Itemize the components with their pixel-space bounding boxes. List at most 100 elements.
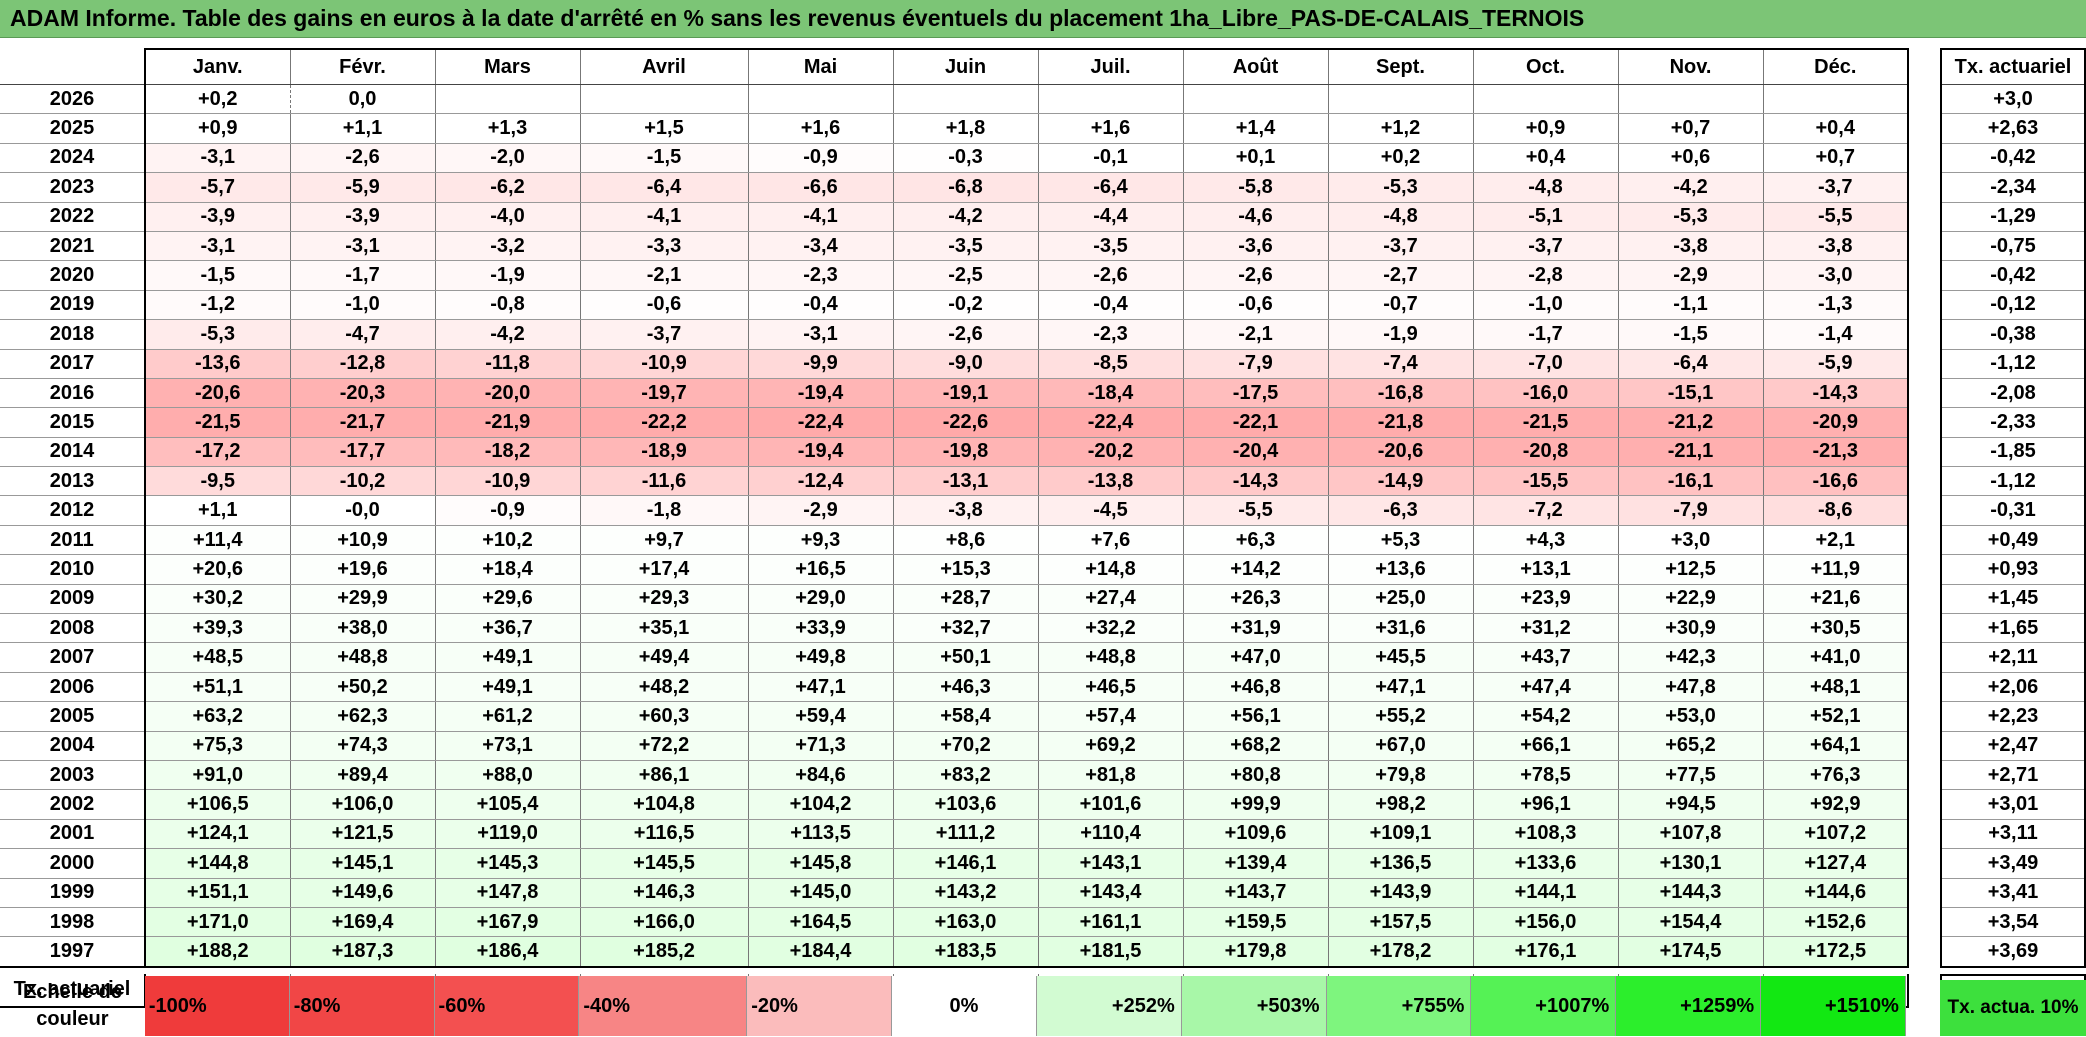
value-cell: -0,9 xyxy=(435,495,581,526)
value-cell: -4,8 xyxy=(1328,202,1474,232)
year-cell: 2006 xyxy=(0,672,146,703)
value-cell: +184,4 xyxy=(748,936,894,968)
value-cell: +64,1 xyxy=(1763,731,1909,761)
actuariel-cell: +1,65 xyxy=(1940,613,2086,644)
value-cell: +10,2 xyxy=(435,525,581,556)
spacer-cell xyxy=(748,967,893,974)
value-cell: -10,2 xyxy=(290,466,436,497)
actuariel-row: -2,33 xyxy=(1940,407,2086,438)
spacer-cell xyxy=(145,967,290,974)
value-cell: -3,0 xyxy=(1763,260,1909,291)
title-bar: ADAM Informe. Table des gains en euros à… xyxy=(0,0,2086,38)
value-cell: +32,2 xyxy=(1038,613,1184,644)
year-cell: 1998 xyxy=(0,907,146,938)
value-cell: +101,6 xyxy=(1038,789,1184,820)
value-cell: +66,1 xyxy=(1473,731,1619,761)
value-cell: +107,8 xyxy=(1618,819,1764,850)
value-cell: +157,5 xyxy=(1328,907,1474,938)
value-cell: +110,4 xyxy=(1038,819,1184,850)
value-cell: -1,0 xyxy=(1473,290,1619,321)
value-cell: -22,4 xyxy=(748,407,894,438)
value-cell: +6,3 xyxy=(1183,525,1329,556)
value-cell: -3,7 xyxy=(1473,231,1619,262)
month-header: Déc. xyxy=(1763,48,1909,85)
value-cell: +48,1 xyxy=(1763,672,1909,703)
spacer-cell xyxy=(290,967,435,974)
value-cell: -8,5 xyxy=(1038,349,1184,379)
value-cell: -1,8 xyxy=(580,495,749,526)
value-cell: +186,4 xyxy=(435,936,581,968)
gains-table: Janv. Févr. Mars Avril Mai Juin Juil. Août Sept.… xyxy=(0,48,1909,1008)
actuariel-cell: +3,69 xyxy=(1940,936,2086,968)
spacer-row xyxy=(1941,967,2085,975)
table-row: 1998 +171,0 +169,4 +167,9 +166,0 +164,5 +163,0… xyxy=(0,907,1909,938)
value-cell: +13,6 xyxy=(1328,554,1474,585)
value-cell: +144,3 xyxy=(1618,878,1764,908)
scale-label: Echelle de couleur xyxy=(22,981,122,1030)
scale-swatch: -100% xyxy=(144,976,290,1036)
value-cell: -0,1 xyxy=(1038,143,1184,174)
table-row: 2026 +0,2 0,0 xyxy=(0,84,1909,115)
value-cell: +136,5 xyxy=(1328,848,1474,879)
value-cell: -21,1 xyxy=(1618,437,1764,468)
value-cell: +9,7 xyxy=(580,525,749,556)
value-cell: -5,5 xyxy=(1763,202,1909,232)
value-cell: -21,5 xyxy=(145,407,291,438)
value-cell: -13,6 xyxy=(145,349,291,379)
value-cell: +143,7 xyxy=(1183,878,1329,908)
month-header: Sept. xyxy=(1328,48,1474,85)
spacer-cell xyxy=(1473,967,1618,974)
value-cell: -17,5 xyxy=(1183,378,1329,409)
value-cell: -4,2 xyxy=(435,319,581,350)
table-row: 2016 -20,6 -20,3 -20,0 -19,7 -19,4 -19,1 -18,4-… xyxy=(0,378,1909,409)
value-cell: +29,6 xyxy=(435,584,581,615)
value-cell: -11,8 xyxy=(435,349,581,379)
value-cell: +1,8 xyxy=(893,113,1039,144)
value-cell: +103,6 xyxy=(893,789,1039,820)
value-cell: +147,8 xyxy=(435,878,581,908)
month-header: Mars xyxy=(435,48,581,85)
actuariel-row: +3,01 xyxy=(1940,789,2086,820)
value-cell: +74,3 xyxy=(290,731,436,761)
value-cell: -3,9 xyxy=(290,202,436,232)
value-cell: -5,3 xyxy=(1328,172,1474,203)
value-cell: -4,2 xyxy=(893,202,1039,232)
table-row: 2017 -13,6 -12,8 -11,8 -10,9 -9,9 -9,0 -8,5 -7,9… xyxy=(0,349,1909,379)
value-cell: -7,4 xyxy=(1328,349,1474,379)
table-row: 2005 +63,2 +62,3 +61,2 +60,3 +59,4 +58,4 +57,4 +… xyxy=(0,701,1909,732)
value-cell xyxy=(1038,84,1184,115)
value-cell: -4,1 xyxy=(748,202,894,232)
value-cell: +1,4 xyxy=(1183,113,1329,144)
scale-swatch: +252% xyxy=(1036,976,1182,1036)
value-cell: -20,4 xyxy=(1183,437,1329,468)
value-cell: +183,5 xyxy=(893,936,1039,968)
table-row: 2001 +124,1 +121,5 +119,0 +116,5 +113,5 +111,2… xyxy=(0,819,1909,850)
value-cell: -12,8 xyxy=(290,349,436,379)
value-cell: +16,5 xyxy=(748,554,894,585)
value-cell: -14,3 xyxy=(1183,466,1329,497)
value-cell: -2,7 xyxy=(1328,260,1474,291)
value-cell: -15,1 xyxy=(1618,378,1764,409)
table-row: 2003 +91,0 +89,4 +88,0 +86,1 +84,6 +83,2 +81,8 +… xyxy=(0,760,1909,791)
actuariel-cell: +2,11 xyxy=(1940,642,2086,673)
value-cell: +179,8 xyxy=(1183,936,1329,968)
scale-swatch: 0% xyxy=(892,976,1037,1036)
value-cell: -3,1 xyxy=(748,319,894,350)
value-cell: +145,3 xyxy=(435,848,581,879)
actuariel-cell: -1,29 xyxy=(1940,202,2086,232)
value-cell: +18,4 xyxy=(435,554,581,585)
year-cell: 2011 xyxy=(0,525,146,556)
table-row: 2013 -9,5 -10,2 -10,9 -11,6 -12,4 -13,1 -13,8 -1… xyxy=(0,466,1909,497)
value-cell: +22,9 xyxy=(1618,584,1764,615)
value-cell: -2,0 xyxy=(435,143,581,174)
value-cell: -3,7 xyxy=(1328,231,1474,262)
value-cell: -7,9 xyxy=(1183,349,1329,379)
month-header: Févr. xyxy=(290,48,436,85)
value-cell: -0,9 xyxy=(748,143,894,174)
actuariel-row: -0,42 xyxy=(1940,143,2086,174)
value-cell: -3,2 xyxy=(435,231,581,262)
year-cell: 2018 xyxy=(0,319,146,350)
value-cell: -1,3 xyxy=(1763,290,1909,321)
value-cell: -1,4 xyxy=(1763,319,1909,350)
year-cell: 2016 xyxy=(0,378,146,409)
